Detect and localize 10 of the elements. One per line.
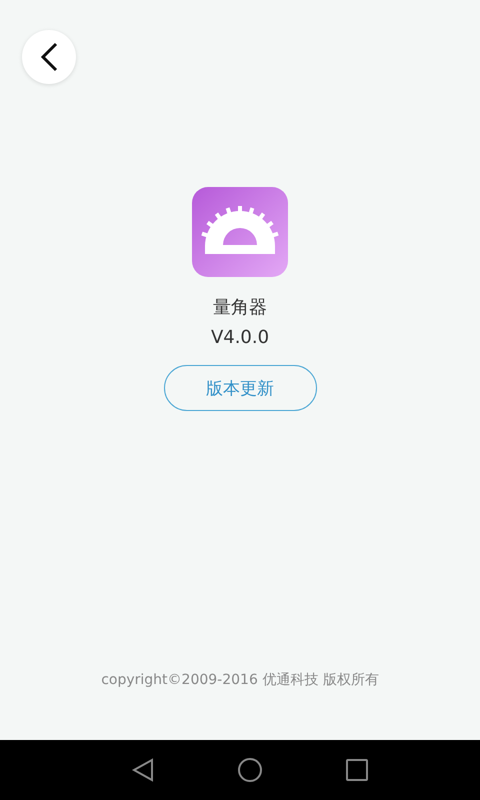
back-icon[interactable] bbox=[131, 758, 155, 782]
home-icon[interactable] bbox=[237, 757, 263, 783]
app-version: V4.0.0 bbox=[210, 327, 270, 348]
update-button[interactable]: 版本更新 bbox=[164, 365, 316, 411]
app-name: 量角器 bbox=[213, 296, 267, 319]
recents-icon[interactable] bbox=[345, 758, 369, 782]
copyright-text: copyright©2009-2016 优通科技 版权所有 bbox=[101, 671, 379, 689]
protractor-icon bbox=[192, 187, 288, 277]
back-button[interactable] bbox=[22, 30, 76, 84]
back-icon bbox=[39, 42, 59, 72]
